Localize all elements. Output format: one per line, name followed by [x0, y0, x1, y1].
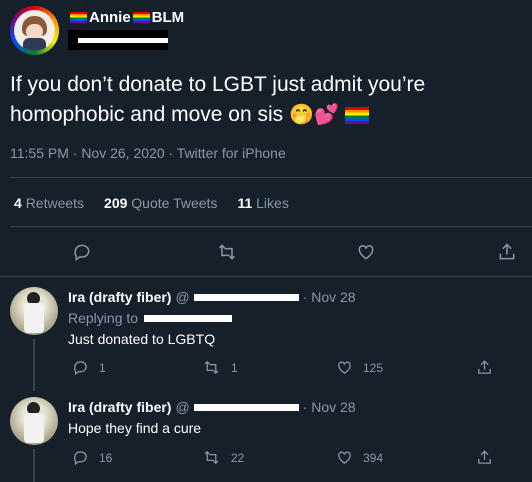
reply-author-handle[interactable]: @ — [175, 289, 189, 305]
divider — [10, 226, 532, 227]
retweets-label: Retweets — [25, 195, 85, 211]
likes-count: 11 — [237, 195, 253, 211]
handle-redaction — [193, 291, 299, 303]
like-count: 125 — [363, 360, 384, 375]
author-handle[interactable] — [68, 30, 168, 50]
rainbow-flag-icon — [132, 12, 150, 23]
author-name[interactable]: Annie BLM — [70, 9, 184, 26]
reply-avatar[interactable] — [10, 287, 58, 335]
tweet-text: If you don’t donate to LGBT just admit y… — [10, 70, 525, 130]
rainbow-flag-emoji — [344, 106, 369, 124]
share-action[interactable] — [476, 359, 493, 376]
share-icon — [478, 450, 491, 464]
reply-header: Ira (drafty fiber) @ · Nov 28 — [68, 399, 356, 415]
author-avatar[interactable] — [10, 6, 59, 55]
rainbow-flag-icon — [70, 12, 87, 23]
replying-to-label: Replying to — [68, 310, 139, 326]
author-name-part1: Annie — [89, 9, 131, 26]
share-icon — [478, 360, 491, 374]
tweet-text-line2: homophobic and move on sis — [10, 103, 284, 126]
retweet-icon — [204, 360, 219, 375]
like-count: 394 — [363, 450, 384, 465]
reply-avatar[interactable] — [10, 397, 58, 445]
retweet-count: 22 — [231, 450, 245, 465]
quotes-count: 209 — [104, 195, 128, 211]
replying-to: Replying to — [68, 310, 233, 326]
reply-icon — [74, 451, 87, 466]
like-icon — [338, 361, 351, 374]
reply-icon — [74, 361, 87, 376]
reply-text: Just donated to LGBTQ — [68, 331, 216, 347]
like-action[interactable]: 394 — [336, 449, 383, 466]
replying-redaction[interactable] — [144, 312, 233, 324]
share-icon[interactable] — [497, 242, 517, 262]
quotes-stat[interactable]: 209 Quote Tweets — [104, 195, 217, 211]
tweet-meta[interactable]: 11:55 PM · Nov 26, 2020 · Twitter for iP… — [10, 145, 286, 161]
reply-icon[interactable] — [72, 242, 92, 262]
emoji-group: 🤭💕 — [289, 104, 339, 126]
reply-action[interactable]: 1 — [72, 359, 106, 376]
reply-text: Hope they find a cure — [68, 420, 202, 436]
handle-redaction — [78, 38, 168, 43]
share-action[interactable] — [476, 449, 493, 466]
author-name-part2: BLM — [151, 9, 185, 26]
retweets-count: 4 — [14, 195, 22, 211]
thread-line — [33, 339, 35, 391]
retweet-count: 1 — [231, 360, 238, 375]
likes-label: Likes — [256, 195, 289, 211]
retweet-icon[interactable] — [216, 242, 238, 262]
like-action[interactable]: 125 — [336, 359, 383, 376]
reply-count: 16 — [99, 450, 113, 465]
retweet-icon — [204, 450, 219, 465]
reply-count: 1 — [99, 360, 106, 375]
retweets-stat[interactable]: 4 Retweets — [14, 195, 84, 211]
reply-header: Ira (drafty fiber) @ · Nov 28 — [68, 289, 356, 305]
like-icon — [338, 451, 351, 464]
thread-line — [33, 449, 35, 482]
handle-redaction — [193, 401, 299, 413]
stats-row: 4 Retweets 209 Quote Tweets 11 Likes — [14, 195, 289, 211]
reply-author-handle[interactable]: @ — [175, 399, 189, 415]
reply-date[interactable]: · Nov 28 — [303, 289, 356, 305]
retweet-action[interactable]: 22 — [202, 449, 244, 466]
retweet-action[interactable]: 1 — [202, 359, 238, 376]
quotes-label: Quote Tweets — [131, 195, 218, 211]
reply-action[interactable]: 16 — [72, 449, 112, 466]
reply-date[interactable]: · Nov 28 — [303, 399, 356, 415]
reply-author-name[interactable]: Ira (drafty fiber) — [68, 399, 171, 415]
divider — [10, 177, 532, 178]
likes-stat[interactable]: 11 Likes — [237, 195, 288, 211]
divider — [0, 276, 532, 277]
tweet-text-line1: If you don’t donate to LGBT just admit y… — [10, 73, 426, 96]
like-icon[interactable] — [356, 242, 376, 262]
reply-author-name[interactable]: Ira (drafty fiber) — [68, 289, 171, 305]
